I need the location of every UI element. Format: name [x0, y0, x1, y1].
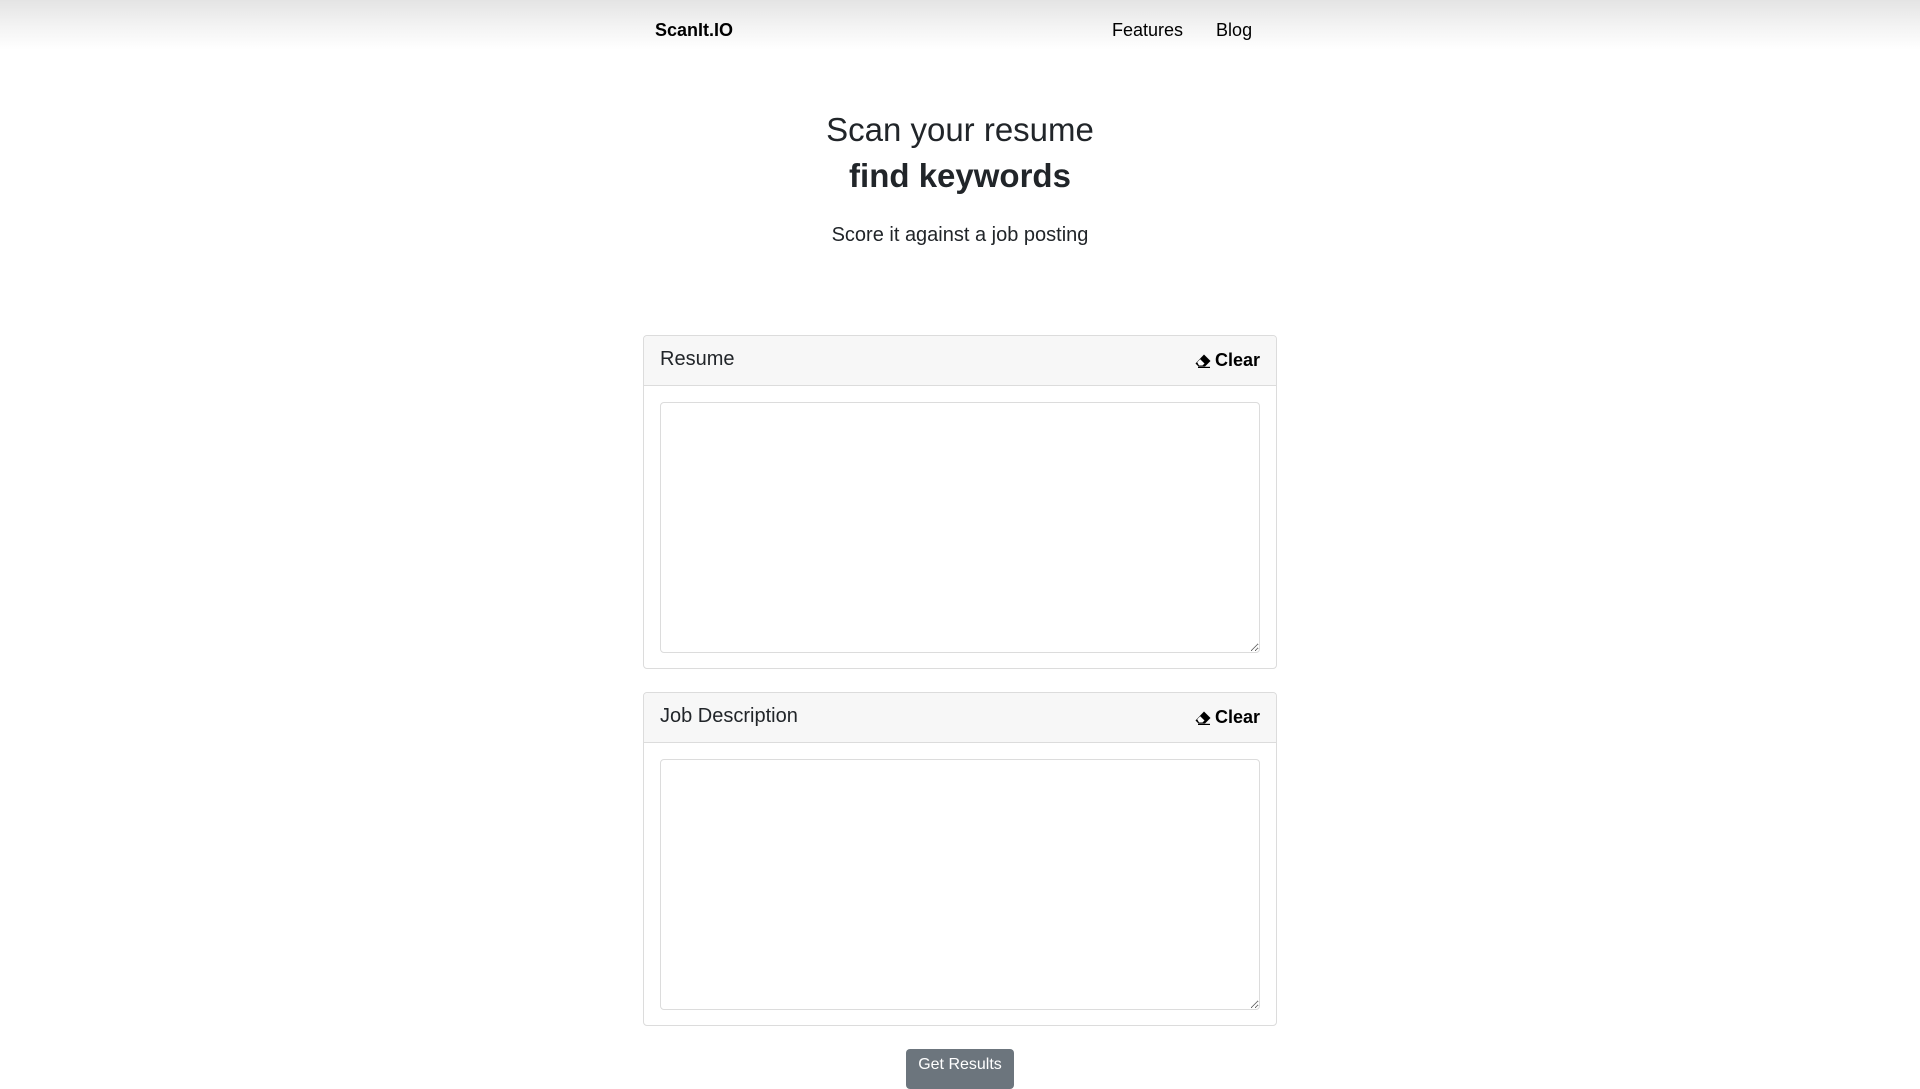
resume-card-body [644, 386, 1276, 669]
brand-logo[interactable]: ScanIt.IO [655, 19, 733, 41]
resume-clear-button[interactable]: Clear [1195, 350, 1260, 371]
job-description-textarea[interactable] [660, 759, 1260, 1010]
hero: Scan your resume find keywords Score it … [0, 108, 1920, 248]
job-clear-button[interactable]: Clear [1195, 707, 1260, 728]
nav-link-blog[interactable]: Blog [1216, 19, 1252, 41]
hero-title: Scan your resume [826, 111, 1094, 148]
nav-links: Features Blog [1112, 19, 1252, 41]
resume-textarea[interactable] [660, 402, 1260, 653]
hero-subtitle: Score it against a job posting [831, 224, 1089, 246]
eraser-icon [1195, 711, 1211, 725]
navbar: ScanIt.IO Features Blog [0, 0, 1920, 50]
resume-card-title: Resume [660, 348, 735, 370]
job-description-card: Job Description Clear [643, 692, 1277, 1026]
job-card-title: Job Description [660, 705, 798, 727]
resume-card: Resume Clear [643, 335, 1277, 669]
eraser-icon [1195, 354, 1211, 368]
job-card-header: Job Description Clear [644, 693, 1276, 743]
job-clear-label: Clear [1214, 707, 1260, 727]
resume-card-header: Resume Clear [644, 336, 1276, 386]
nav-link-features[interactable]: Features [1112, 19, 1183, 41]
hero-title-emphasis: find keywords [849, 157, 1071, 194]
job-card-body [644, 743, 1276, 1026]
get-results-button[interactable]: Get Results [906, 1049, 1014, 1089]
resume-clear-label: Clear [1214, 350, 1260, 370]
